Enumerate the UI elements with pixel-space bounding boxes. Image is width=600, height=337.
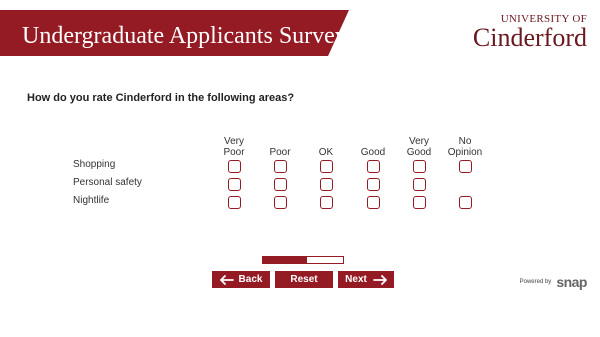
column-header: No Opinion <box>435 136 495 158</box>
back-button[interactable]: Back <box>212 271 270 288</box>
progress-bar <box>262 256 344 264</box>
column-header-line1: No <box>458 136 472 147</box>
rating-checkbox[interactable] <box>228 160 241 173</box>
arrow-left-icon <box>219 274 234 285</box>
rating-checkbox[interactable] <box>413 178 426 191</box>
rating-checkbox[interactable] <box>320 178 333 191</box>
rating-checkbox[interactable] <box>459 196 472 209</box>
rating-checkbox[interactable] <box>367 196 380 209</box>
row-label: Nightlife <box>73 195 110 206</box>
rating-checkbox[interactable] <box>274 178 287 191</box>
rating-checkbox[interactable] <box>413 196 426 209</box>
rating-checkbox[interactable] <box>320 196 333 209</box>
rating-checkbox[interactable] <box>228 178 241 191</box>
reset-label: Reset <box>290 274 318 285</box>
rating-checkbox[interactable] <box>367 178 380 191</box>
next-button[interactable]: Next <box>338 271 394 288</box>
rating-checkbox[interactable] <box>367 160 380 173</box>
rating-checkbox[interactable] <box>274 160 287 173</box>
rating-checkbox[interactable] <box>228 196 241 209</box>
row-label: Shopping <box>73 159 116 170</box>
arrow-right-icon <box>372 274 387 285</box>
snap-logo: snap <box>556 274 587 290</box>
row-label: Personal safety <box>73 177 142 188</box>
rating-checkbox[interactable] <box>459 160 472 173</box>
next-label: Next <box>345 274 367 285</box>
rating-checkbox[interactable] <box>413 160 426 173</box>
column-header-line2: Opinion <box>447 147 483 158</box>
powered-by-text: Powered by <box>519 279 552 285</box>
powered-by-snap: Powered by snap <box>519 274 588 290</box>
progress-fill <box>263 257 307 263</box>
back-label: Back <box>238 274 263 285</box>
reset-button[interactable]: Reset <box>275 271 333 288</box>
rating-checkbox[interactable] <box>274 196 287 209</box>
rating-checkbox[interactable] <box>320 160 333 173</box>
